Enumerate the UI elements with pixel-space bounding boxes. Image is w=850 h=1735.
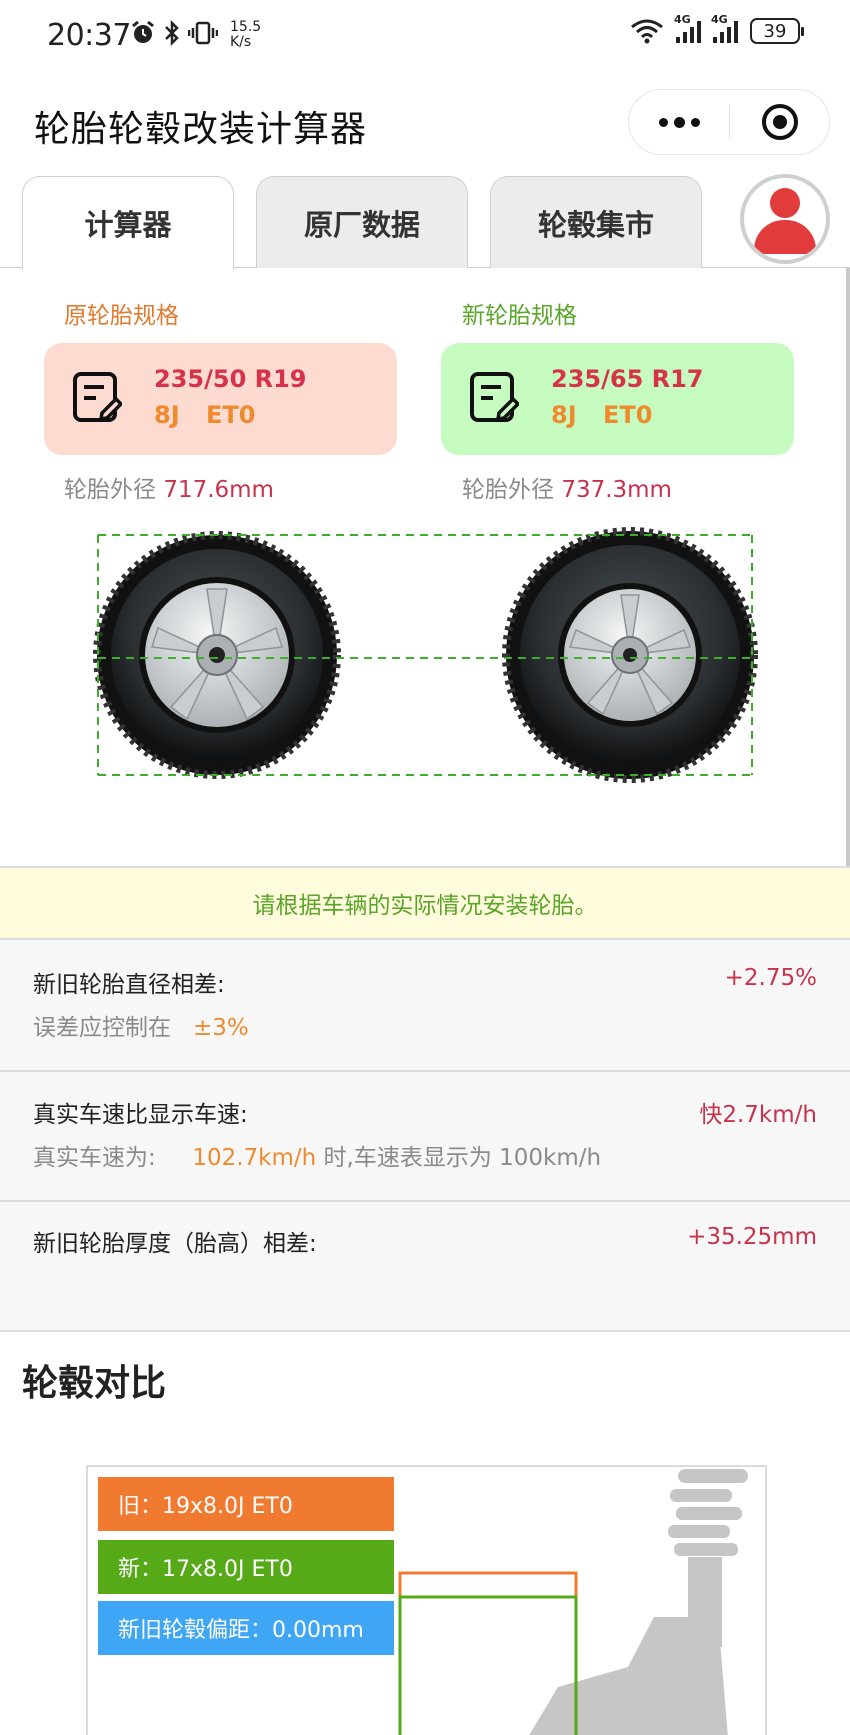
old-diameter-label: 轮胎外径: [64, 477, 156, 503]
signal-icon: 4G: [674, 13, 701, 43]
network-speed: 15.5 K/s: [230, 20, 261, 50]
tire-comparison-illustration: [93, 527, 758, 783]
old-tire-size: 235/50 R19: [154, 365, 307, 393]
old-spec-card[interactable]: 235/50 R19 8J ET0: [44, 343, 397, 455]
user-icon: [750, 184, 820, 254]
result-note: 真实车速为: 102.7km/h 时,车速表显示为 100km/h: [33, 1138, 601, 1172]
tab-rim-market[interactable]: 轮毂集市: [490, 176, 702, 268]
old-diameter-value: 717.6mm: [163, 477, 274, 503]
target-icon: [761, 104, 798, 140]
battery-icon: 39: [750, 18, 804, 44]
alarm-icon: [132, 20, 154, 43]
result-value: +35.25mm: [687, 1224, 817, 1250]
new-spec-label: 新轮胎规格: [462, 303, 577, 329]
new-diameter-label: 轮胎外径: [462, 477, 554, 503]
result-title: 新旧轮胎厚度（胎高）相差:: [33, 1231, 317, 1257]
note-highlight: ±3%: [192, 1015, 249, 1041]
new-tire-icon: [502, 527, 758, 783]
result-title: 真实车速比显示车速:: [33, 1102, 248, 1128]
result-diameter: 新旧轮胎直径相差: +2.75% 误差应控制在 ±3%: [0, 940, 850, 1070]
note-highlight: 102.7km/h: [192, 1145, 317, 1171]
note-prefix: 误差应控制在: [33, 1015, 171, 1041]
tab-calculator[interactable]: 计算器: [22, 176, 234, 269]
old-diameter: 轮胎外径 717.6mm: [64, 470, 274, 504]
net-speed-value: 15.5: [230, 19, 262, 35]
miniprogram-capsule: [628, 89, 830, 155]
bluetooth-icon: [165, 20, 179, 46]
new-tire-size: 235/65 R17: [551, 365, 704, 393]
signal-icon: 4G: [711, 13, 738, 43]
old-rim-spec: 8J ET0: [154, 401, 256, 429]
new-spec-card[interactable]: 235/65 R17 8J ET0: [441, 343, 794, 455]
install-notice: 请根据车辆的实际情况安装轮胎。: [0, 868, 850, 938]
status-bar: 20:37 15.5 K/s 4G 4G 39: [0, 0, 850, 72]
more-button[interactable]: [629, 90, 729, 154]
new-diameter: 轮胎外径 737.3mm: [462, 470, 672, 504]
title-bar: 轮胎轮毂改装计算器: [0, 72, 850, 172]
result-title: 新旧轮胎直径相差:: [33, 972, 225, 998]
result-value: 快2.7km/h: [699, 1102, 817, 1128]
result-note: 误差应控制在 ±3%: [33, 1008, 249, 1042]
section-title: 轮毂对比: [22, 1363, 167, 1404]
signal2-label: 4G: [711, 13, 728, 26]
battery-level: 39: [763, 20, 787, 42]
status-icons-right: 4G 4G 39: [630, 13, 804, 44]
avatar[interactable]: [740, 174, 830, 264]
old-spec-label: 原轮胎规格: [64, 303, 179, 329]
result-speed: 真实车速比显示车速: 快2.7km/h 真实车速为: 102.7km/h 时,车…: [0, 1072, 850, 1200]
status-time: 20:37: [47, 18, 131, 53]
signal1-label: 4G: [674, 13, 691, 26]
wifi-icon: [631, 19, 663, 44]
tab-bar: 计算器 原厂数据 轮毂集市: [0, 172, 850, 269]
edit-document-icon: [470, 372, 519, 422]
edit-document-icon: [73, 372, 122, 422]
page-title: 轮胎轮毂改装计算器: [34, 109, 368, 150]
divider: [0, 1330, 850, 1332]
result-value: +2.75%: [724, 965, 817, 991]
tab-factory-data[interactable]: 原厂数据: [256, 176, 468, 268]
rim-compare-diagram: 旧：19x8.0J ET0 新：17x8.0J ET0 新旧轮毂偏距：0.00m…: [86, 1465, 767, 1735]
note-suffix: 时,车速表显示为 100km/h: [323, 1145, 602, 1171]
close-button[interactable]: [730, 90, 829, 154]
note-prefix: 真实车速为:: [33, 1145, 156, 1171]
vibrate-icon: [188, 21, 218, 45]
new-diameter-value: 737.3mm: [561, 477, 672, 503]
rim-outline-overlay: [398, 1571, 578, 1735]
status-icons-left: [130, 20, 218, 46]
result-thickness: 新旧轮胎厚度（胎高）相差: +35.25mm: [0, 1202, 850, 1330]
old-tire-icon: [93, 531, 341, 779]
net-speed-unit: K/s: [230, 34, 252, 50]
new-rim-spec: 8J ET0: [551, 401, 653, 429]
